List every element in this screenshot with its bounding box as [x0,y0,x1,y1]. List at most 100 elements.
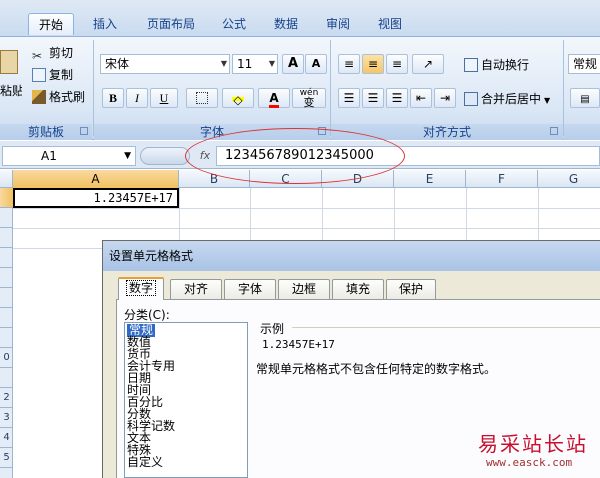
italic-button[interactable]: I [126,88,148,108]
watermark-brand: 易采站长站 [478,432,588,456]
indent-icon: ⇥ [439,91,451,105]
dialog-tab-label: 数字 [125,280,156,296]
tab-page-layout[interactable]: 页面布局 [136,13,206,35]
chevron-down-icon: ▼ [220,59,227,68]
paint-bucket-icon: ◇ [232,93,244,107]
fill-color-button[interactable]: ◇ [222,88,254,108]
chevron-down-icon[interactable]: ▼ [124,147,131,165]
row-header[interactable]: 3 [0,408,13,428]
wrap-text-button[interactable]: 自动换行 [464,56,529,74]
merge-center-label: 合并后居中 [481,92,542,106]
column-header-g[interactable]: G [538,170,600,188]
row-header[interactable] [0,228,13,248]
row-header[interactable] [0,188,13,208]
increase-indent-button[interactable]: ⇥ [434,88,456,108]
tab-insert[interactable]: 插入 [82,13,128,35]
name-box[interactable]: A1 ▼ [2,146,136,166]
align-middle-button[interactable]: ≡ [362,54,384,74]
dialog-tab-border[interactable]: 边框 [278,279,330,299]
column-header-a[interactable]: A [13,170,179,188]
row-header[interactable] [0,208,13,228]
paintbrush-icon [32,90,46,104]
paste-label: 粘贴 [0,84,22,98]
phonetic-char: 变 [303,96,315,109]
alignment-launcher-icon[interactable] [550,127,558,135]
tab-data[interactable]: 数据 [266,13,306,35]
dialog-title-bar[interactable]: 设置单元格格式 [103,241,600,271]
number-format-value: 常规 [573,57,598,71]
decrease-indent-button[interactable]: ⇤ [410,88,432,108]
currency-icon: ▤ [580,94,590,105]
tab-review[interactable]: 审阅 [318,13,358,35]
row-header[interactable]: 0 [0,348,13,368]
align-center-button[interactable]: ☰ [362,88,384,108]
align-center-icon: ☰ [367,91,379,105]
category-item[interactable]: 自定义 [127,456,163,469]
row-header[interactable] [0,248,13,268]
dialog-tab-alignment[interactable]: 对齐 [170,279,222,299]
cut-button[interactable]: ✂ 剪切 [32,44,73,63]
column-header-f[interactable]: F [466,170,538,188]
orientation-button[interactable]: ↗ [412,54,444,74]
row-header[interactable] [0,328,13,348]
formula-bar-splitter[interactable] [140,147,190,165]
category-list[interactable]: 常规 数值 货币 会计专用 日期 时间 百分比 分数 科学记数 文本 特殊 自定… [124,322,248,478]
copy-label: 复制 [49,68,74,82]
align-top-button[interactable]: ≡ [338,54,360,74]
sample-label: 示例 [260,322,285,336]
bold-button[interactable]: B [102,88,124,108]
orientation-icon: ↗ [422,57,434,71]
borders-button[interactable] [186,88,218,108]
align-left-button[interactable]: ☰ [338,88,360,108]
shrink-font-button[interactable]: A [305,54,327,74]
font-size-select[interactable]: 11 ▼ [232,54,278,74]
copy-button[interactable]: 复制 [32,66,73,84]
row-header[interactable]: 2 [0,388,13,408]
cell-a1[interactable]: 1.23457E+17 [13,188,179,208]
grow-font-button[interactable]: A [282,54,304,74]
row-header[interactable] [0,308,13,328]
row-header[interactable]: 5 [0,448,13,468]
tab-formulas[interactable]: 公式 [214,13,254,35]
watermark-url: www.easck.com [486,456,573,469]
column-header-e[interactable]: E [394,170,466,188]
align-bottom-button[interactable]: ≡ [386,54,408,74]
outdent-icon: ⇤ [415,91,427,105]
chevron-down-icon: ▼ [268,59,275,68]
row-header[interactable] [0,368,13,388]
align-right-icon: ☰ [391,91,403,105]
format-painter-button[interactable]: 格式刷 [32,88,85,106]
scissors-icon: ✂ [32,49,43,63]
wrap-text-icon [464,58,478,72]
merge-center-button[interactable]: 合并后居中 ▼ [464,90,550,108]
dialog-tab-fill[interactable]: 填充 [332,279,384,299]
clipboard-launcher-icon[interactable] [80,127,88,135]
align-top-icon: ≡ [343,57,355,71]
font-color-button[interactable]: A [258,88,290,108]
number-format-select[interactable]: 常规 [568,54,600,74]
wrap-text-label: 自动换行 [481,58,530,72]
align-right-button[interactable]: ☰ [386,88,408,108]
font-name-value: 宋体 [105,57,130,71]
align-left-icon: ☰ [343,91,355,105]
dialog-tab-number[interactable]: 数字 [118,277,164,300]
row-header[interactable] [0,268,13,288]
row-header[interactable]: 4 [0,428,13,448]
underline-button[interactable]: U [150,88,178,108]
phonetic-button[interactable]: wén 变 [292,88,326,108]
row-header[interactable] [0,288,13,308]
dialog-tab-protection[interactable]: 保护 [386,279,436,299]
align-bottom-icon: ≡ [391,57,403,71]
format-painter-label: 格式刷 [49,90,86,104]
dialog-tab-font[interactable]: 字体 [224,279,276,299]
paste-button[interactable]: 粘贴 [0,44,22,114]
select-all-corner[interactable] [0,170,13,188]
tab-home[interactable]: 开始 [28,13,74,35]
ribbon-tab-bar: 开始 插入 页面布局 公式 数据 审阅 视图 [0,0,600,36]
chevron-down-icon: ▼ [544,96,551,105]
tab-view[interactable]: 视图 [370,13,410,35]
font-name-select[interactable]: 宋体 ▼ [100,54,230,74]
paste-icon [0,50,18,74]
border-icon [196,92,208,104]
accounting-format-button[interactable]: ▤ [570,88,600,108]
